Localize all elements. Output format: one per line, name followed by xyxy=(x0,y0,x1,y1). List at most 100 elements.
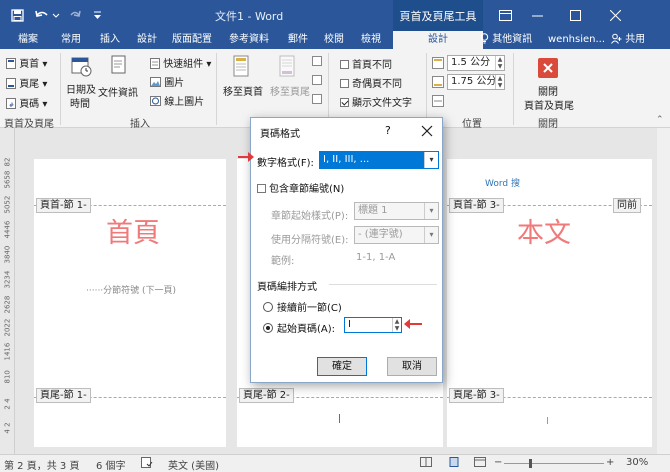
minimize-icon[interactable] xyxy=(522,0,552,31)
cancel-button[interactable]: 取消 xyxy=(387,357,437,376)
close-dialog-button[interactable] xyxy=(421,122,433,140)
tab-review[interactable]: 校閱 xyxy=(324,31,344,49)
tab-references[interactable]: 參考資料 xyxy=(229,31,269,49)
web-layout-icon[interactable] xyxy=(474,457,486,470)
different-first-page-checkbox[interactable]: 首頁不同 xyxy=(340,56,392,71)
page-number-mark xyxy=(547,417,548,424)
share-label: 共用 xyxy=(625,34,646,45)
language-indicator[interactable]: 英文 (美國) xyxy=(168,457,219,472)
quick-parts-button[interactable]: 快速組件 ▾ xyxy=(150,55,211,70)
chevron-down-icon: ▾ xyxy=(424,152,438,168)
quick-parts-label: 快速組件 xyxy=(163,59,204,70)
collapse-ribbon-icon[interactable]: ⌃ xyxy=(656,115,664,125)
chevron-down-icon: ▾ xyxy=(424,227,438,243)
alignment-tab-icon[interactable] xyxy=(432,95,444,110)
ruler-number: 5052 xyxy=(3,195,12,214)
chapter-style-label: 章節起始樣式(P): xyxy=(271,211,349,222)
spinner-arrows[interactable]: ▲ ▼ xyxy=(495,56,504,70)
different-odd-even-checkbox[interactable]: 奇偶頁不同 xyxy=(340,75,402,90)
page-body-text: 本文 xyxy=(517,218,571,249)
footer-section-tag: 頁尾-節 2- xyxy=(239,388,294,403)
user-account[interactable]: wenhsien... xyxy=(548,31,605,48)
start-at-label: 起始頁碼(A): xyxy=(277,324,336,335)
zoom-level[interactable]: 30% xyxy=(626,457,648,468)
footer-section-tag: 頁尾-節 1- xyxy=(36,388,91,403)
ruler-number: 4446 xyxy=(3,220,12,239)
close-header-footer-button[interactable] xyxy=(538,58,558,81)
document-info-button[interactable] xyxy=(108,55,128,80)
help-button[interactable]: ? xyxy=(385,124,391,137)
page-3[interactable]: Word 搜 頁首-節 3- 同前 本文 頁尾-節 3- xyxy=(447,159,652,447)
ribbon-display-icon[interactable] xyxy=(490,0,520,31)
customize-qat-icon[interactable] xyxy=(90,5,104,25)
tab-view[interactable]: 檢視 xyxy=(361,31,381,49)
online-pictures-button[interactable]: 線上圖片 xyxy=(150,93,204,108)
ruler-number: 3234 xyxy=(3,270,12,289)
same-as-previous-tag: 同前 xyxy=(613,198,641,213)
vertical-scrollbar[interactable] xyxy=(657,128,670,454)
zoom-slider-thumb[interactable] xyxy=(529,459,532,468)
header-button[interactable]: 頁首 ▾ xyxy=(6,55,47,70)
footer-label: 頁尾 xyxy=(19,79,40,90)
include-chapter-checkbox[interactable]: 包含章節編號(N) xyxy=(257,180,344,195)
section-break-label: 分節符號 (下一頁) xyxy=(103,286,177,296)
header-section-tag: 頁首-節 1- xyxy=(36,198,91,213)
tab-design[interactable]: 設計 xyxy=(137,31,157,49)
undo-icon[interactable] xyxy=(32,5,62,25)
read-mode-icon[interactable] xyxy=(420,457,432,470)
tab-home[interactable]: 常用 xyxy=(61,31,81,49)
tell-me-search[interactable]: 其他資訊 xyxy=(480,31,532,49)
goto-header-button[interactable] xyxy=(232,55,250,82)
start-at-radio[interactable]: 起始頁碼(A): xyxy=(263,320,335,335)
proofing-icon[interactable] xyxy=(141,457,153,471)
footer-icon xyxy=(6,78,16,89)
tab-mailings[interactable]: 郵件 xyxy=(288,31,308,49)
maximize-icon[interactable] xyxy=(560,0,590,31)
tab-insert[interactable]: 插入 xyxy=(100,31,120,49)
zoom-out-icon[interactable]: − xyxy=(494,457,502,468)
page-1[interactable]: 頁首-節 1- 首頁 ······分節符號 (下一頁) 頁尾-節 1- xyxy=(34,159,226,447)
header-position-icon xyxy=(432,57,444,72)
checkbox-box xyxy=(340,60,349,69)
page-count[interactable]: 第 2 頁，共 3 頁 xyxy=(4,457,79,472)
goto-footer-button[interactable] xyxy=(278,55,296,82)
spinner-arrows[interactable]: ▲ ▼ xyxy=(392,318,401,332)
pictures-button[interactable]: 圖片 xyxy=(150,74,184,89)
footer-button[interactable]: 頁尾 ▾ xyxy=(6,75,47,90)
section-divider xyxy=(329,284,437,285)
tab-file[interactable]: 檔案 xyxy=(18,31,38,49)
redo-icon[interactable] xyxy=(66,5,84,25)
tab-header-footer-design[interactable]: 設計 xyxy=(393,31,483,49)
spinner-arrows[interactable]: ▲ ▼ xyxy=(495,75,504,89)
print-layout-icon[interactable] xyxy=(448,457,460,470)
zoom-in-icon[interactable]: + xyxy=(606,457,614,468)
word-count[interactable]: 6 個字 xyxy=(96,457,126,472)
ok-button[interactable]: 確定 xyxy=(317,357,367,376)
number-format-select[interactable]: I, II, III, ... ▾ xyxy=(319,151,439,169)
save-icon[interactable] xyxy=(8,5,26,25)
continue-previous-radio[interactable]: 接續前一節(C) xyxy=(263,299,342,314)
annotation-arrow-left xyxy=(404,319,422,329)
show-document-text-checkbox[interactable]: 顯示文件文字 xyxy=(340,94,412,109)
header-position-input[interactable]: 1.5 公分 ▲ ▼ xyxy=(447,55,505,71)
footer-position-input[interactable]: 1.75 公分 ▲ ▼ xyxy=(447,74,505,90)
start-at-input[interactable]: I ▲ ▼ xyxy=(344,317,402,333)
page-3-heading: Word 搜 xyxy=(485,179,520,189)
page-number-icon: # xyxy=(6,98,16,109)
nav-icon-1[interactable] xyxy=(312,56,322,69)
nav-icon-3[interactable] xyxy=(312,94,322,107)
date-time-button[interactable] xyxy=(66,55,96,80)
different-first-page-label: 首頁不同 xyxy=(352,60,392,71)
chapter-style-select[interactable]: 標題 1 ▾ xyxy=(354,202,439,220)
tab-layout[interactable]: 版面配置 xyxy=(172,31,212,49)
share-button[interactable]: 共用 xyxy=(611,31,645,48)
separator-select[interactable]: - (連字號) ▾ xyxy=(354,226,439,244)
continue-previous-label: 接續前一節(C) xyxy=(277,303,342,314)
ruler-number: 5658 xyxy=(3,170,12,189)
close-window-icon[interactable] xyxy=(600,0,630,31)
header-position-value: 1.5 公分 xyxy=(451,57,491,68)
online-pictures-label: 線上圖片 xyxy=(164,97,205,108)
nav-icon-2[interactable] xyxy=(312,75,322,88)
zoom-slider[interactable] xyxy=(504,463,604,464)
page-number-button[interactable]: # 頁碼 ▾ xyxy=(6,95,47,110)
